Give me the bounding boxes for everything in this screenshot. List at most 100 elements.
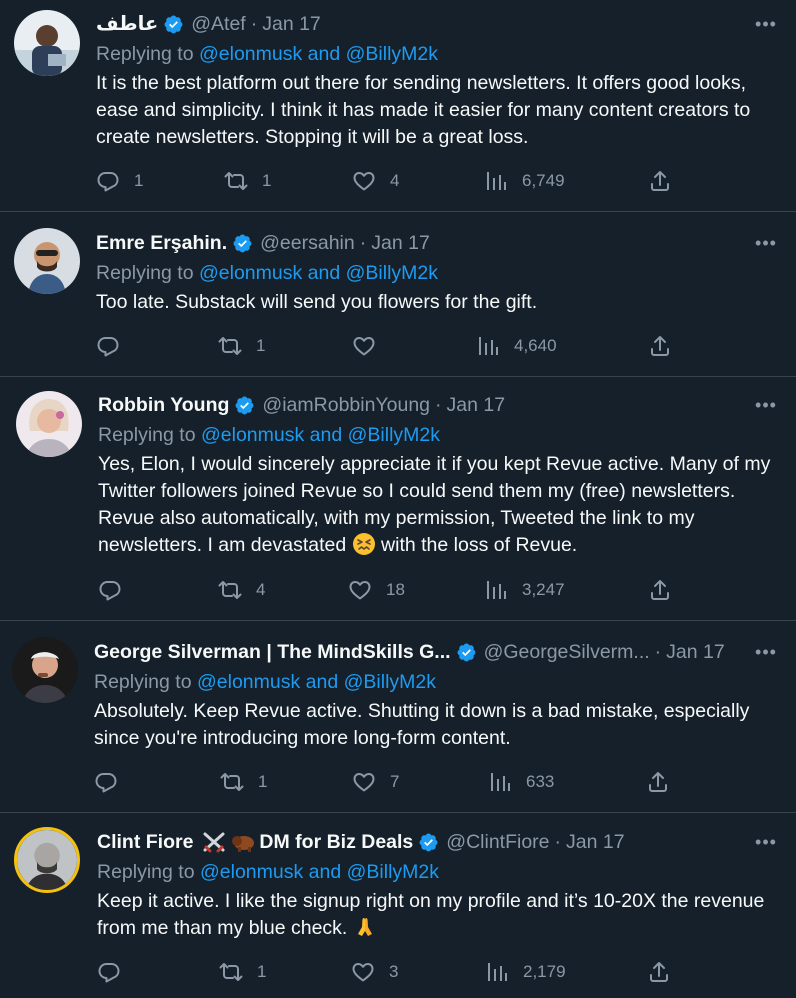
replying-prefix: Replying to <box>96 43 199 65</box>
like-count: 3 <box>389 962 399 981</box>
views-icon <box>484 578 508 602</box>
tweet-date[interactable]: Jan 17 <box>447 394 506 417</box>
like-button[interactable] <box>352 331 390 361</box>
more-options-icon[interactable]: ••• <box>754 231 778 255</box>
tweet[interactable]: George Silverman | The MindSkills G... @… <box>0 621 796 813</box>
share-button[interactable] <box>648 575 672 605</box>
mention-links[interactable]: @elonmusk and @BillyM2k <box>201 424 440 446</box>
more-options-icon[interactable]: ••• <box>754 640 778 664</box>
retweet-count: 1 <box>256 336 266 355</box>
reply-button[interactable] <box>94 767 132 797</box>
display-name[interactable]: George Silverman | The MindSkills G... <box>94 641 451 664</box>
reply-button[interactable] <box>96 331 134 361</box>
avatar[interactable] <box>14 10 80 76</box>
views-button[interactable]: 6,749 <box>484 166 565 196</box>
views-count: 2,179 <box>523 962 566 981</box>
reply-button[interactable]: 1 <box>96 166 143 196</box>
views-count: 3,247 <box>522 580 565 599</box>
reply-button[interactable] <box>98 575 136 605</box>
tweet[interactable]: Clint Fiore DM for Biz Deals @ClintFiore… <box>0 813 796 998</box>
replying-to: Replying to @elonmusk and @BillyM2k <box>96 40 438 68</box>
user-handle[interactable]: @ClintFiore <box>446 831 549 854</box>
tweet-text: Absolutely. Keep Revue active. Shutting … <box>94 700 750 749</box>
retweet-icon <box>224 169 248 193</box>
share-icon <box>648 169 672 193</box>
mention-links[interactable]: @elonmusk and @BillyM2k <box>199 262 438 284</box>
views-count: 4,640 <box>514 336 557 355</box>
verified-badge-icon <box>418 832 439 853</box>
display-name[interactable]: Robbin Young <box>98 394 229 417</box>
retweet-button[interactable]: 1 <box>219 957 266 987</box>
like-icon <box>352 770 376 794</box>
tweet-date[interactable]: Jan 17 <box>666 641 725 664</box>
replying-to: Replying to @elonmusk and @BillyM2k <box>98 421 440 449</box>
retweet-button[interactable]: 1 <box>218 331 265 361</box>
replying-prefix: Replying to <box>98 424 201 446</box>
mention-links[interactable]: @elonmusk and @BillyM2k <box>197 671 436 693</box>
share-button[interactable] <box>648 331 672 361</box>
views-button[interactable]: 4,640 <box>476 331 557 361</box>
share-button[interactable] <box>647 957 671 987</box>
retweet-count: 1 <box>257 962 267 981</box>
tweet[interactable]: Robbin Young @iamRobbinYoung · Jan 17 ••… <box>0 377 796 621</box>
views-button[interactable]: 3,247 <box>484 575 565 605</box>
share-icon <box>648 578 672 602</box>
share-button[interactable] <box>648 166 672 196</box>
display-name-part[interactable]: DM for Biz Deals <box>259 831 413 854</box>
views-icon <box>488 770 512 794</box>
tweet-date[interactable]: Jan 17 <box>566 831 625 854</box>
date-separator: · <box>554 830 562 853</box>
tweet[interactable]: عاطف @Atef · Jan 17 ••• Replying to @elo… <box>0 0 796 212</box>
retweet-button[interactable]: 1 <box>224 166 271 196</box>
like-button[interactable]: 3 <box>351 957 398 987</box>
display-name[interactable]: عاطف <box>96 12 158 36</box>
tweet-text-part: with the loss of Revue. <box>375 534 578 556</box>
tweet-text: Too late. Substack will send you flowers… <box>96 291 538 313</box>
reply-button[interactable] <box>97 957 135 987</box>
retweet-button[interactable]: 1 <box>220 767 267 797</box>
views-button[interactable]: 2,179 <box>485 957 566 987</box>
user-handle[interactable]: @GeorgeSilverm... <box>484 641 650 664</box>
retweet-button[interactable]: 4 <box>218 575 265 605</box>
tweet-date[interactable]: Jan 17 <box>262 13 321 36</box>
like-icon <box>352 334 376 358</box>
tweet-text: Yes, Elon, I would sincerely appreciate … <box>98 451 788 559</box>
crossed-swords-emoji-icon <box>201 830 227 854</box>
views-button[interactable]: 633 <box>488 767 554 797</box>
tweet-date[interactable]: Jan 17 <box>371 232 430 255</box>
like-count: 18 <box>386 580 405 599</box>
like-icon <box>352 169 376 193</box>
like-button[interactable]: 4 <box>352 166 399 196</box>
user-handle[interactable]: @eersahin <box>260 232 355 255</box>
display-name[interactable]: Emre Erşahin. <box>96 232 227 255</box>
avatar[interactable] <box>12 637 78 703</box>
mention-links[interactable]: @elonmusk and @BillyM2k <box>200 861 439 883</box>
share-button[interactable] <box>646 767 670 797</box>
verified-badge-icon <box>234 395 255 416</box>
avatar[interactable] <box>14 228 80 294</box>
mention-links[interactable]: @elonmusk and @BillyM2k <box>199 43 438 65</box>
reply-icon <box>94 770 118 794</box>
date-separator: · <box>435 393 442 416</box>
verified-badge-icon <box>232 233 253 254</box>
like-button[interactable]: 18 <box>348 575 405 605</box>
tweet-text-part: Keep it active. I like the signup right … <box>97 890 765 939</box>
like-icon <box>351 960 375 984</box>
replying-prefix: Replying to <box>94 671 197 693</box>
avatar[interactable] <box>16 391 82 457</box>
avatar[interactable] <box>14 827 80 893</box>
user-handle[interactable]: @Atef <box>191 13 245 36</box>
more-options-icon[interactable]: ••• <box>754 393 778 417</box>
more-options-icon[interactable]: ••• <box>754 830 778 854</box>
tweet[interactable]: Emre Erşahin. @eersahin · Jan 17 ••• Rep… <box>0 212 796 377</box>
retweet-count: 1 <box>262 171 272 190</box>
views-icon <box>485 960 509 984</box>
retweet-icon <box>218 578 242 602</box>
more-options-icon[interactable]: ••• <box>754 12 778 36</box>
user-handle[interactable]: @iamRobbinYoung <box>262 394 430 417</box>
display-name-part[interactable]: Clint Fiore <box>97 831 193 854</box>
tweet-actions: 4 18 3,247 <box>98 575 688 605</box>
views-icon <box>476 334 500 358</box>
like-button[interactable]: 7 <box>352 767 399 797</box>
tweet-actions: 1 7 633 <box>94 767 684 797</box>
